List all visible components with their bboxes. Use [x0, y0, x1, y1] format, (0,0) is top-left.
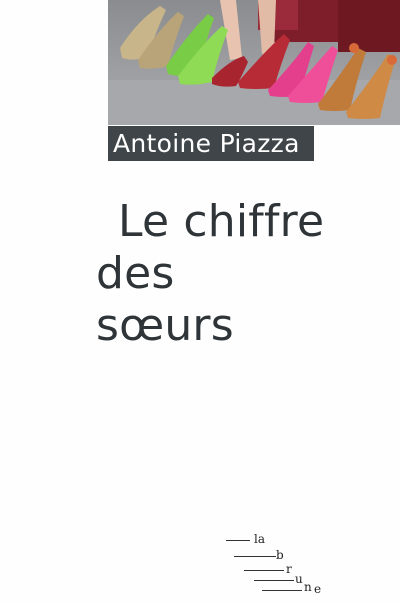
logo-letter-r: r: [286, 562, 292, 576]
logo-letter-u: u: [295, 572, 303, 586]
logo-rule: [234, 556, 276, 557]
logo-letter-la: la: [254, 532, 265, 546]
logo-rule: [262, 590, 302, 591]
logo-letter-b: b: [276, 548, 284, 562]
title-line-2: des sœurs: [96, 248, 234, 351]
publisher-logo: la b r u n e: [226, 530, 336, 596]
logo-rule: [244, 570, 284, 571]
logo-letter-n: n: [304, 580, 312, 594]
logo-rule: [226, 540, 250, 541]
book-cover: Antoine Piazza Le chiffre des sœurs la b…: [0, 0, 400, 602]
logo-rule: [254, 580, 294, 581]
author-name: Antoine Piazza: [108, 126, 314, 161]
book-title: Le chiffre des sœurs: [96, 196, 326, 352]
logo-letter-e: e: [314, 582, 322, 596]
cover-photo: [108, 0, 400, 125]
title-line-1: Le chiffre: [118, 196, 325, 247]
